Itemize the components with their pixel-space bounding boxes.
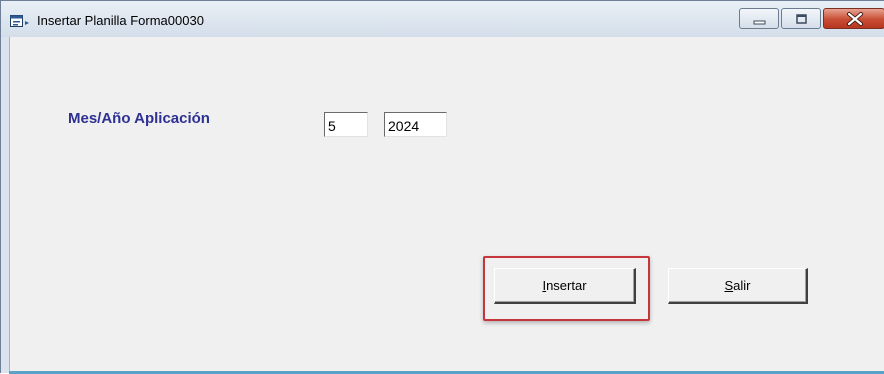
month-input[interactable] [324,112,368,137]
salir-button[interactable]: Salir [668,268,808,304]
insertar-button[interactable]: Insertar [494,268,636,304]
app-window: Insertar Planilla Forma00030 Mes/Año Apl… [0,0,884,374]
salir-accelerator: S [724,278,734,293]
form-window-icon[interactable] [10,15,32,29]
insertar-label: nsertar [546,278,587,293]
close-icon [847,12,863,26]
minimize-button[interactable] [739,8,779,29]
form-client-area [9,37,884,371]
salir-label: alir [733,278,751,293]
minimize-icon [753,20,766,25]
window-title: Insertar Planilla Forma00030 [37,13,204,28]
close-button[interactable] [823,8,884,29]
maximize-button[interactable] [781,8,821,29]
maximize-icon [796,14,807,24]
mes-anio-label: Mes/Año Aplicación [68,110,210,127]
year-input[interactable] [384,112,447,137]
title-bar[interactable]: Insertar Planilla Forma00030 [1,1,884,37]
